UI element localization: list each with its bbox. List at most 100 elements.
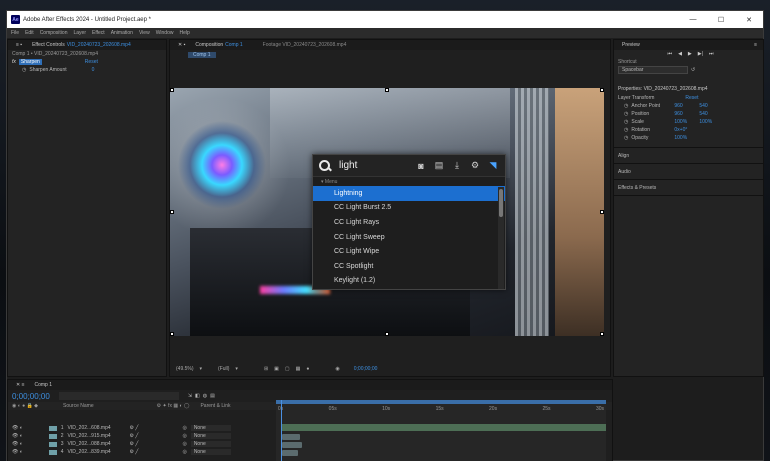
property-value[interactable]: 0	[92, 67, 95, 73]
label-color-swatch[interactable]	[48, 425, 57, 431]
maximize-button[interactable]: ☐	[707, 11, 735, 28]
label-color-swatch[interactable]	[48, 441, 57, 447]
reset-icon[interactable]: ↺	[691, 67, 695, 73]
effect-row[interactable]: fx Sharpen Reset	[8, 58, 166, 66]
visibility-icon[interactable]: 👁 ◐	[12, 433, 23, 439]
download-icon[interactable]: ⤓	[451, 160, 463, 172]
last-frame-icon[interactable]: ⏭	[709, 51, 714, 57]
transform-handle[interactable]	[170, 88, 174, 92]
prop-value-y[interactable]: 540	[699, 111, 707, 117]
parent-link-icon[interactable]: ◎	[182, 441, 186, 447]
switch-icon[interactable]: ⚙ ╱	[130, 449, 139, 455]
parent-dropdown[interactable]: None	[190, 441, 231, 447]
panel-menu-icon[interactable]: ≡ ▪	[16, 42, 22, 48]
stopwatch-icon[interactable]: ◷	[624, 135, 628, 141]
viewer-timecode[interactable]: 0;00;00;00	[354, 366, 378, 372]
list-item[interactable]: Lightning	[313, 186, 505, 201]
work-area-bar[interactable]	[276, 400, 606, 404]
composition-tab-comp[interactable]: Comp 1	[225, 42, 243, 48]
menu-effect[interactable]: Effect	[92, 30, 105, 36]
prop-value-y[interactable]: 100%	[699, 119, 712, 125]
prop-value-x[interactable]: 960	[674, 103, 696, 109]
parent-dropdown[interactable]: None	[190, 449, 231, 455]
search-input[interactable]: light	[339, 160, 409, 171]
layer-bar-selected[interactable]	[282, 424, 606, 431]
search-results-header[interactable]: ▾ Menu	[313, 177, 505, 186]
layer-name[interactable]: VID_202...839.mp4	[68, 449, 126, 455]
transform-handle[interactable]	[170, 332, 174, 336]
transform-handle[interactable]	[170, 210, 174, 214]
reset-link[interactable]: Reset	[85, 59, 98, 65]
prev-frame-icon[interactable]: ◀	[678, 51, 682, 57]
prop-value-x[interactable]: 100%	[674, 135, 696, 141]
stopwatch-icon[interactable]: ◷	[624, 119, 628, 125]
close-tab-icon[interactable]: ✕ ≡	[16, 382, 25, 388]
transform-handle[interactable]	[600, 210, 604, 214]
fx-icon[interactable]: fx	[12, 59, 16, 65]
parent-dropdown[interactable]: None	[190, 433, 231, 439]
transform-handle[interactable]	[600, 88, 604, 92]
visibility-icon[interactable]: 👁 ◐	[12, 441, 23, 447]
minimize-button[interactable]: —	[679, 11, 707, 28]
zoom-dropdown[interactable]: (49.5%)	[176, 366, 194, 372]
graph-editor-icon[interactable]: ▤	[210, 393, 215, 399]
grid-icon[interactable]: ⊞	[264, 366, 268, 372]
effects-presets-section[interactable]: Effects & Presets	[614, 180, 763, 196]
switch-icon[interactable]: ⚙ ╱	[130, 433, 139, 439]
parent-link-icon[interactable]: ◎	[182, 425, 186, 431]
send-icon[interactable]: ◥	[487, 160, 499, 172]
transform-handle[interactable]	[385, 88, 389, 92]
table-row[interactable]: 👁 ◐ 4 VID_202...839.mp4 ⚙ ╱ ◎ None	[8, 448, 268, 456]
label-color-swatch[interactable]	[48, 449, 57, 455]
shortcut-dropdown[interactable]: Spacebar	[618, 66, 688, 74]
comp-nav-button[interactable]: Comp 1	[188, 51, 216, 58]
menu-composition[interactable]: Composition	[40, 30, 68, 36]
gear-icon[interactable]: ⚙	[469, 160, 481, 172]
prop-value-x[interactable]: 960	[674, 111, 696, 117]
composition-tab-label[interactable]: Composition	[195, 42, 223, 48]
panel-menu-icon[interactable]: ≡	[754, 42, 757, 48]
stopwatch-icon[interactable]: ◷	[624, 127, 628, 133]
list-item[interactable]: CC Light Burst 2.5	[313, 201, 505, 216]
menu-window[interactable]: Window	[156, 30, 174, 36]
stopwatch-icon[interactable]: ◷	[624, 111, 628, 117]
layer-name[interactable]: VID_202...915.mp4	[68, 433, 126, 439]
effect-controls-tab[interactable]: ≡ ▪ Effect Controls VID_20240723_202608.…	[8, 40, 166, 50]
properties-reset-link[interactable]: Reset	[685, 95, 698, 101]
close-tab-icon[interactable]: ✕ ▪	[178, 42, 185, 48]
table-row[interactable]: 👁 ◐ 3 VID_202...088.mp4 ⚙ ╱ ◎ None	[8, 440, 268, 448]
close-button[interactable]: ✕	[735, 11, 763, 28]
camera-snapshot-icon[interactable]: ◉	[335, 366, 339, 372]
transform-handle[interactable]	[385, 332, 389, 336]
layer-bar[interactable]	[282, 450, 298, 456]
timeline-timecode[interactable]: 0;00;00;00	[12, 392, 50, 401]
visibility-icon[interactable]: 👁 ◐	[12, 425, 23, 431]
film-icon[interactable]: ▤	[433, 160, 445, 172]
draft-3d-icon[interactable]: ◧	[195, 393, 200, 399]
visibility-icon[interactable]: 👁 ◐	[12, 449, 23, 455]
motion-blur-icon[interactable]: ◍	[203, 393, 207, 399]
effect-name[interactable]: Sharpen	[18, 59, 42, 65]
list-item[interactable]: Keylight (1.2)	[313, 274, 505, 289]
timeline-search-input[interactable]	[58, 392, 179, 400]
label-color-swatch[interactable]	[48, 433, 57, 439]
menu-layer[interactable]: Layer	[73, 30, 86, 36]
table-row[interactable]: 👁 ◐ 1 VID_202...608.mp4 ⚙ ╱ ◎ None	[8, 424, 268, 432]
parent-link-icon[interactable]: ◎	[182, 449, 186, 455]
timeline-track-area[interactable]: 0s 05s 10s 15s 20s 25s 30s	[276, 400, 606, 461]
audio-section[interactable]: Audio	[614, 164, 763, 180]
resolution-dropdown[interactable]: (Full)	[218, 366, 229, 372]
transparency-icon[interactable]: ▦	[296, 366, 301, 372]
switch-icon[interactable]: ⚙ ╱	[130, 425, 139, 431]
parent-link-header[interactable]: Parent & Link	[200, 403, 230, 409]
layer-name[interactable]: VID_202...608.mp4	[68, 425, 126, 431]
time-ruler[interactable]: 0s 05s 10s 15s 20s 25s 30s	[276, 406, 606, 414]
stopwatch-icon[interactable]: ◷	[22, 67, 26, 73]
parent-dropdown[interactable]: None	[190, 425, 231, 431]
comp-flowchart-icon[interactable]: ⇲	[188, 393, 192, 399]
next-frame-icon[interactable]: ▶|	[698, 51, 703, 57]
footage-tab[interactable]: Footage VID_20240723_202608.mp4	[263, 42, 347, 48]
camera-icon[interactable]: ◙	[415, 160, 427, 172]
layer-bar[interactable]	[282, 434, 300, 440]
playhead[interactable]	[281, 400, 282, 461]
